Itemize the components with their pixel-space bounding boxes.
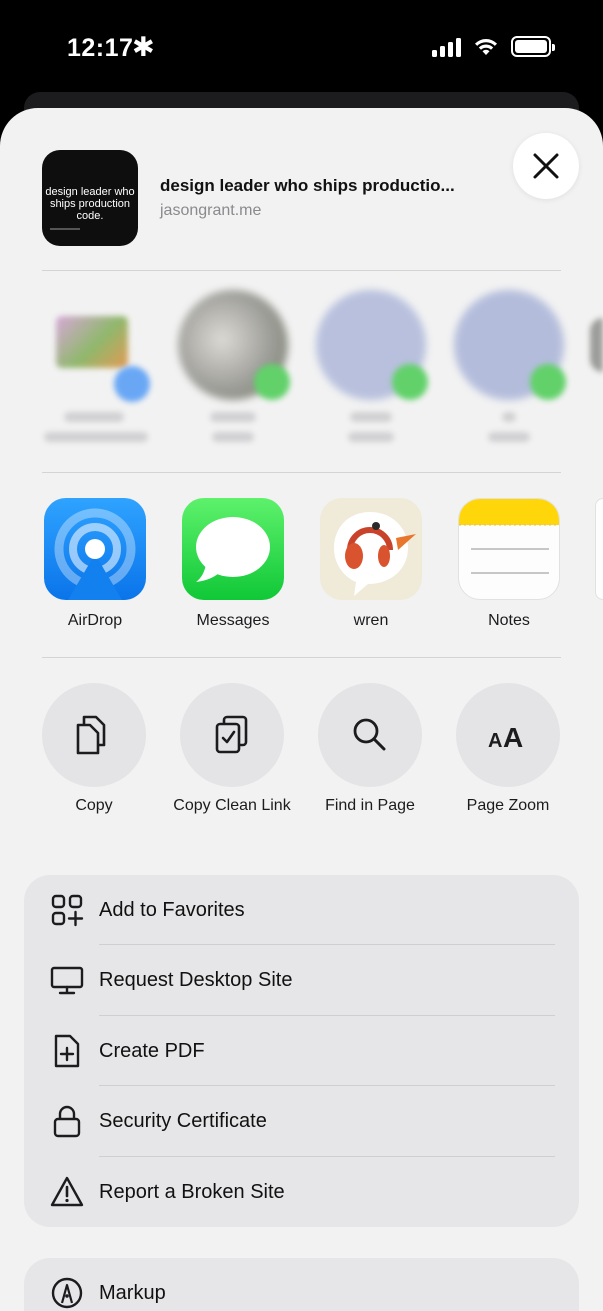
find-in-page-button[interactable] [318, 683, 422, 787]
status-bar: 12:17 ✱ [0, 0, 603, 96]
app-airdrop[interactable] [44, 498, 146, 600]
app-label-notes: Notes [488, 612, 530, 629]
markup-icon [50, 1276, 84, 1310]
report-broken-site-item[interactable]: Report a Broken Site [24, 1157, 579, 1227]
app-partial[interactable] [595, 498, 603, 600]
svg-text:A: A [503, 722, 523, 751]
add-favorites-icon [50, 893, 84, 927]
copy-icon [76, 715, 106, 755]
markup-item[interactable]: Markup [24, 1258, 579, 1311]
markup-list: Markup [24, 1258, 579, 1311]
copy-clean-link-icon [215, 715, 248, 754]
page-thumbnail: design leader who ships production code. [42, 150, 138, 246]
contact-suggestion[interactable] [454, 290, 566, 450]
pdf-add-icon [50, 1034, 84, 1068]
security-certificate-item[interactable]: Security Certificate [24, 1086, 579, 1156]
shared-page-url: jasongrant.me [160, 202, 262, 219]
lock-icon [50, 1104, 84, 1138]
menu-item-label: Request Desktop Site [99, 968, 293, 991]
shared-page-title: design leader who ships productio... [160, 176, 455, 195]
warning-icon [50, 1175, 84, 1209]
app-label-wren: wren [353, 612, 389, 629]
create-pdf-item[interactable]: Create PDF [24, 1016, 579, 1086]
wren-icon [334, 512, 416, 596]
copy-label: Copy [75, 797, 113, 814]
page-zoom-label: Page Zoom [466, 797, 550, 814]
text-size-icon: A A [488, 722, 523, 751]
app-label-messages: Messages [196, 612, 270, 629]
desktop-icon [50, 963, 84, 997]
copy-button[interactable] [42, 683, 146, 787]
menu-item-label: Markup [99, 1281, 166, 1304]
contact-suggestion-partial[interactable] [590, 318, 603, 372]
thumbnail-text: design leader who ships production code. [45, 186, 135, 222]
divider [42, 657, 561, 658]
app-label-airdrop: AirDrop [67, 612, 123, 629]
wifi-icon [475, 38, 497, 55]
menu-item-label: Report a Broken Site [99, 1180, 285, 1203]
app-notes[interactable] [458, 498, 560, 600]
close-button[interactable] [513, 133, 579, 199]
airdrop-icon [54, 508, 136, 600]
divider [42, 270, 561, 271]
contact-suggestion[interactable] [178, 290, 290, 450]
app-messages[interactable] [182, 498, 284, 600]
page-zoom-button[interactable]: A A [456, 683, 560, 787]
contact-suggestion[interactable] [42, 290, 152, 450]
messages-icon [196, 517, 270, 582]
menu-item-label: Security Certificate [99, 1109, 267, 1132]
app-wren[interactable] [320, 498, 422, 600]
request-desktop-site-item[interactable]: Request Desktop Site [24, 945, 579, 1015]
cellular-signal-icon [432, 37, 461, 57]
close-icon [533, 153, 559, 179]
actions-list: Add to Favorites Request Desktop Site Cr… [24, 875, 579, 1227]
focus-mode-icon: ✱ [132, 32, 155, 62]
status-icons [432, 36, 555, 57]
menu-item-label: Add to Favorites [99, 898, 245, 921]
divider [42, 472, 561, 473]
contact-suggestion[interactable] [316, 290, 428, 450]
copy-clean-link-button[interactable] [180, 683, 284, 787]
find-in-page-label: Find in Page [325, 797, 415, 814]
copy-clean-link-label: Copy Clean Link [173, 797, 291, 814]
svg-text:A: A [488, 730, 502, 751]
status-time: 12:17 [67, 34, 134, 62]
add-to-favorites-item[interactable]: Add to Favorites [24, 875, 579, 945]
search-icon [353, 718, 386, 751]
notes-icon [459, 499, 559, 574]
battery-icon [511, 36, 555, 57]
menu-item-label: Create PDF [99, 1039, 205, 1062]
